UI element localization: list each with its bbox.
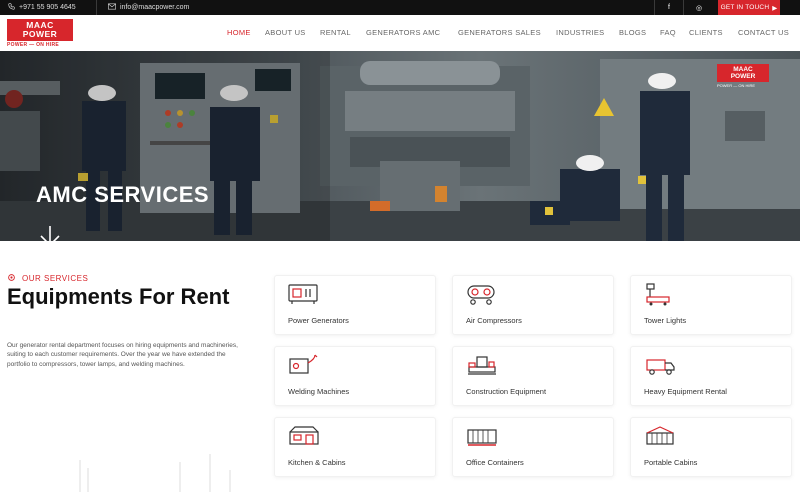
instagram-icon[interactable]: ◎ <box>686 0 712 15</box>
site-header: MAAC POWER POWER — ON HIRE HOME ABOUT US… <box>0 15 800 51</box>
service-card-air-compressors[interactable]: Air Compressors <box>452 275 614 335</box>
watermark-mark: MAAC POWER <box>717 64 769 82</box>
kitchen-cabin-icon <box>287 424 321 448</box>
portable-cabin-icon <box>643 424 677 448</box>
nav-industries[interactable]: INDUSTRIES <box>556 28 604 37</box>
nav-faq[interactable]: FAQ <box>660 28 676 37</box>
section-title: Equipments For Rent <box>7 284 230 309</box>
watermark-line-1: MAAC <box>733 66 753 73</box>
email-icon <box>108 3 116 12</box>
divider <box>654 0 655 15</box>
section-eyebrow-label: OUR SERVICES <box>22 274 89 283</box>
power-generator-icon <box>287 282 321 306</box>
youtube-icon: ▶ <box>772 4 778 12</box>
service-card-label: Construction Equipment <box>466 387 547 396</box>
email-address: info@maacpower.com <box>120 4 190 11</box>
service-card-office-containers[interactable]: Office Containers <box>452 417 614 477</box>
watermark-line-2: POWER <box>730 73 756 80</box>
nav-contact-us[interactable]: CONTACT US <box>738 28 789 37</box>
nav-about-us[interactable]: ABOUT US <box>265 28 306 37</box>
nav-rental[interactable]: RENTAL <box>320 28 351 37</box>
hero-banner: AMC SERVICES MAAC POWER POWER — ON HIRE <box>0 51 800 241</box>
section-eyebrow: OUR SERVICES <box>7 273 88 284</box>
faint-background-graphic <box>79 454 231 492</box>
service-card-label: Portable Cabins <box>644 458 698 467</box>
service-card-tower-lights[interactable]: Tower Lights <box>630 275 792 335</box>
facebook-icon[interactable]: f <box>656 0 682 15</box>
nav-clients[interactable]: CLIENTS <box>689 28 723 37</box>
service-card-label: Kitchen & Cabins <box>288 458 346 467</box>
construction-equipment-icon <box>465 353 499 377</box>
service-card-portable-cabins[interactable]: Portable Cabins <box>630 417 792 477</box>
service-card-construction-equipment[interactable]: Construction Equipment <box>452 346 614 406</box>
service-card-label: Welding Machines <box>288 387 350 396</box>
welding-machine-icon <box>287 353 321 377</box>
email-contact[interactable]: info@maacpower.com <box>108 0 189 15</box>
watermark-tagline: POWER — ON HIRE <box>717 83 756 88</box>
phone-number: +971 55 905 4645 <box>19 4 76 11</box>
hero-photo <box>0 51 800 241</box>
service-card-label: Tower Lights <box>644 316 687 325</box>
nav-home[interactable]: HOME <box>227 28 251 37</box>
service-card-label: Power Generators <box>288 316 349 325</box>
divider <box>683 0 684 15</box>
tower-light-icon <box>643 282 677 306</box>
service-card-label: Heavy Equipment Rental <box>644 387 727 396</box>
get-in-touch-button[interactable]: GET IN TOUCH ▶ <box>718 0 780 15</box>
arrow-down-icon[interactable] <box>38 224 62 241</box>
top-bar: +971 55 905 4645 info@maacpower.com f ◎ … <box>0 0 800 15</box>
service-card-heavy-equipment-rental[interactable]: Heavy Equipment Rental <box>630 346 792 406</box>
gear-icon <box>7 273 16 284</box>
service-card-kitchen-cabins[interactable]: Kitchen & Cabins <box>274 417 436 477</box>
phone-contact[interactable]: +971 55 905 4645 <box>8 0 76 15</box>
service-card-welding-machines[interactable]: Welding Machines <box>274 346 436 406</box>
hero-title: AMC SERVICES <box>36 182 210 207</box>
hero-watermark-logo: MAAC POWER POWER — ON HIRE <box>717 64 769 90</box>
section-description: Our generator rental department focuses … <box>7 342 238 368</box>
divider <box>96 0 97 15</box>
service-card-label: Office Containers <box>466 458 524 467</box>
nav-generators-amc[interactable]: GENERATORS AMC <box>366 28 440 37</box>
office-container-icon <box>465 424 499 448</box>
service-card-power-generators[interactable]: Power Generators <box>274 275 436 335</box>
nav-generators-sales[interactable]: GENERATORS SALES <box>458 28 541 37</box>
get-in-touch-label: GET IN TOUCH <box>720 4 770 11</box>
air-compressor-icon <box>465 282 499 306</box>
main-nav: HOME ABOUT US RENTAL GENERATORS AMC GENE… <box>0 15 800 51</box>
phone-icon <box>8 3 15 12</box>
heavy-equipment-icon <box>643 353 677 377</box>
nav-blogs[interactable]: BLOGS <box>619 28 646 37</box>
service-card-label: Air Compressors <box>466 316 522 325</box>
